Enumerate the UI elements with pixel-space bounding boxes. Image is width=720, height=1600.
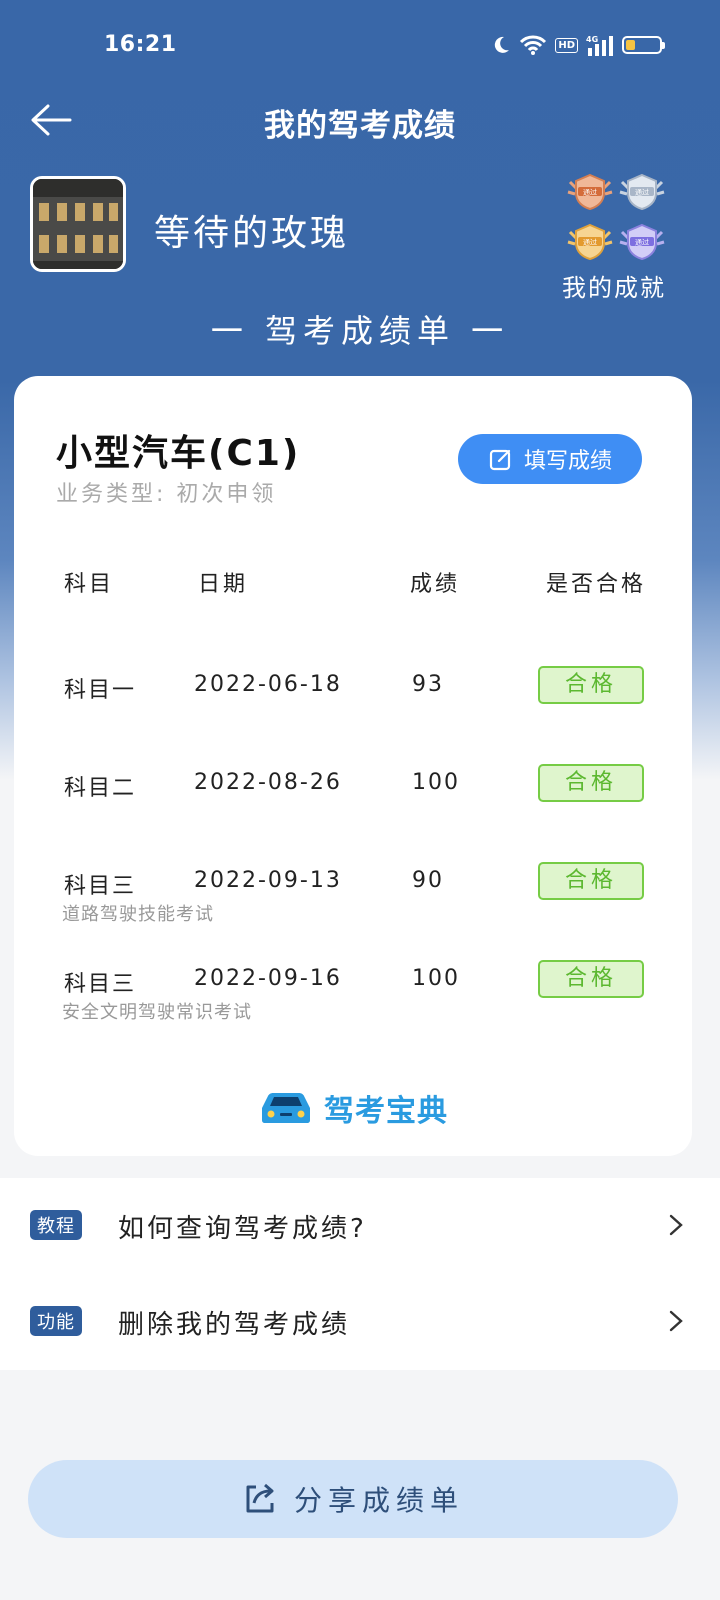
status-bar: 16:21 HD 4G — [0, 28, 720, 64]
pass-badge: 合格 — [538, 764, 644, 802]
header-date: 日期 — [198, 572, 249, 597]
row-note: 安全文明驾驶常识考试 — [62, 1002, 252, 1023]
share-button[interactable]: 分享成绩单 — [28, 1460, 678, 1538]
header-score: 成绩 — [410, 572, 461, 597]
header-pass: 是否合格 — [546, 572, 647, 597]
wifi-icon — [520, 35, 547, 55]
avatar-image — [33, 179, 123, 269]
medal-text: 通过 — [635, 238, 649, 247]
header-subject: 科目 — [64, 572, 115, 597]
share-icon — [246, 1483, 274, 1513]
avatar[interactable] — [30, 176, 126, 272]
fill-score-button[interactable]: 填写成绩 — [458, 434, 642, 484]
medal-text: 通过 — [583, 238, 597, 247]
chevron-right-icon — [669, 1214, 683, 1236]
car-logo-icon — [262, 1093, 310, 1123]
row-note: 道路驾驶技能考试 — [62, 904, 214, 925]
row-date: 2022-09-13 — [194, 868, 342, 893]
link-label: 删除我的驾考成绩 — [118, 1310, 351, 1340]
score-card: 小型汽车(C1) 业务类型: 初次申领 填写成绩 科目 日期 成绩 是否合格 科… — [14, 376, 692, 1156]
link-tag: 功能 — [30, 1306, 82, 1336]
pass-badge: 合格 — [538, 862, 644, 900]
edit-icon — [489, 449, 511, 471]
section-title: 一 驾考成绩单 一 — [210, 312, 510, 350]
link-query-score[interactable]: 教程 如何查询驾考成绩? — [0, 1178, 720, 1274]
row-subject: 科目一 — [64, 678, 137, 703]
bronze-medal-icon: 通过 — [567, 173, 613, 211]
status-icons: HD 4G — [491, 34, 665, 56]
row-subject: 科目二 — [64, 776, 137, 801]
username: 等待的玫瑰 — [154, 213, 350, 254]
achievements-label[interactable]: 我的成就 — [562, 268, 666, 303]
business-type: 业务类型: 初次申领 — [56, 482, 277, 507]
gold-medal-icon: 通过 — [567, 223, 613, 261]
help-links: 教程 如何查询驾考成绩? 功能 删除我的驾考成绩 — [0, 1178, 720, 1370]
medal-text: 通过 — [635, 188, 649, 197]
share-label: 分享成绩单 — [293, 1484, 464, 1517]
medal-text: 通过 — [583, 188, 597, 197]
row-date: 2022-08-26 — [194, 770, 342, 795]
row-score: 100 — [412, 770, 460, 795]
row-score: 93 — [412, 672, 444, 697]
page-title: 我的驾考成绩 — [264, 108, 456, 144]
chevron-right-icon — [669, 1310, 683, 1332]
pass-badge: 合格 — [538, 960, 644, 998]
row-date: 2022-06-18 — [194, 672, 342, 697]
battery-icon — [622, 36, 665, 54]
brand-name: 驾考宝典 — [324, 1094, 448, 1129]
purple-medal-icon: 通过 — [619, 223, 665, 261]
row-subject: 科目三 — [64, 874, 137, 899]
row-score: 100 — [412, 966, 460, 991]
car-type: 小型汽车(C1) — [56, 433, 301, 474]
row-date: 2022-09-16 — [194, 966, 342, 991]
brand-logo: 驾考宝典 — [256, 1086, 448, 1130]
status-time: 16:21 — [104, 32, 177, 57]
fill-score-label: 填写成绩 — [523, 449, 612, 474]
moon-icon — [495, 36, 510, 53]
signal-icon: 4G — [586, 35, 613, 56]
link-delete-score[interactable]: 功能 删除我的驾考成绩 — [0, 1274, 720, 1370]
pass-badge: 合格 — [538, 666, 644, 704]
link-tag: 教程 — [30, 1210, 82, 1240]
hd-icon: HD — [555, 37, 578, 53]
silver-medal-icon: 通过 — [619, 173, 665, 211]
row-subject: 科目三 — [64, 972, 137, 997]
svg-text:4G: 4G — [586, 35, 598, 44]
row-score: 90 — [412, 868, 444, 893]
link-label: 如何查询驾考成绩? — [118, 1214, 367, 1244]
